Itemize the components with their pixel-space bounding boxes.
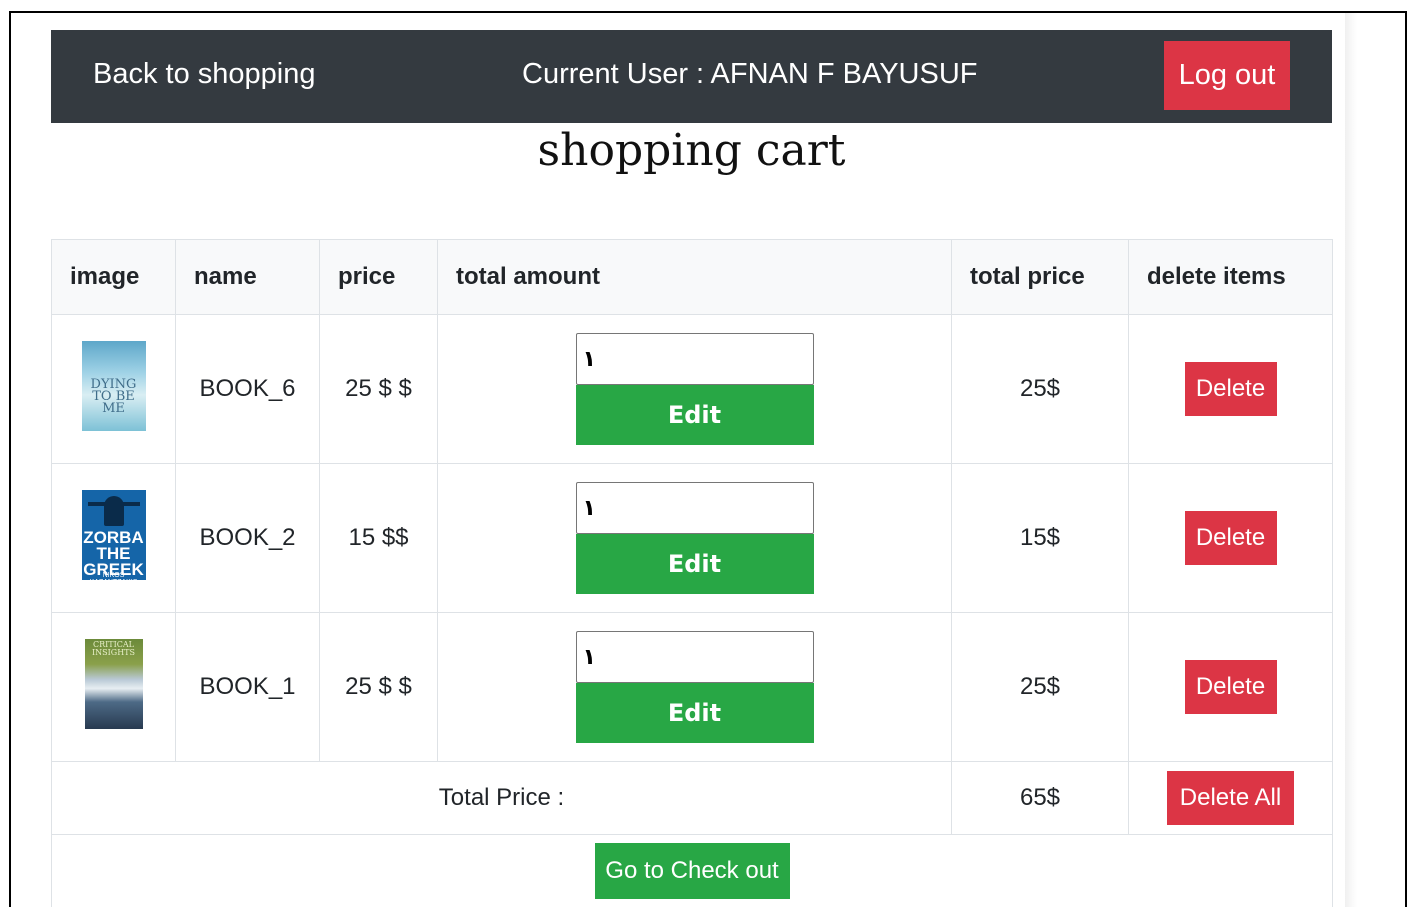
- name-cell: BOOK_6: [175, 314, 320, 464]
- total-price-cell: 25$: [951, 612, 1129, 762]
- total-price-cell: 25$: [951, 314, 1129, 464]
- current-user-label: Current User : AFNAN F BAYUSUF: [522, 58, 978, 90]
- total-price-label: Total Price :: [51, 761, 952, 835]
- navbar: Back to shopping Current User : AFNAN F …: [51, 30, 1332, 123]
- column-header-price: price: [319, 239, 438, 315]
- column-header-name: name: [175, 239, 320, 315]
- amount-cell: Edit: [437, 463, 952, 613]
- amount-cell: Edit: [437, 612, 952, 762]
- checkout-button[interactable]: Go to Check out: [594, 843, 790, 899]
- cover-title: ZORBA THE GREEK: [83, 527, 144, 579]
- delete-button[interactable]: Delete: [1184, 660, 1277, 714]
- cover-figure: [103, 495, 124, 526]
- delete-button[interactable]: Delete: [1184, 511, 1277, 565]
- back-to-shopping-link[interactable]: Back to shopping: [93, 58, 315, 91]
- edit-button[interactable]: Edit: [575, 683, 814, 743]
- image-cell: ZORBA THE GREEK NIKOS KAZANTZAKIS: [51, 463, 176, 613]
- logout-button[interactable]: Log out: [1164, 41, 1290, 110]
- table-row: DYING TO BE ME BOOK_6 25 $ $ Edit 25$ De…: [51, 314, 1333, 464]
- column-header-total-amount: total amount: [437, 239, 952, 315]
- delete-all-cell: Delete All: [1128, 761, 1333, 835]
- amount-cell: Edit: [437, 314, 952, 464]
- table-row: CRITICAL INSIGHTS BOOK_1 25 $ $ Edit 25$…: [51, 612, 1333, 762]
- image-cell: CRITICAL INSIGHTS: [51, 612, 176, 762]
- page-title: shopping cart: [537, 125, 846, 176]
- price-cell: 25 $ $: [319, 612, 438, 762]
- column-header-total-price: total price: [951, 239, 1129, 315]
- delete-cell: Delete: [1128, 612, 1333, 762]
- edit-button[interactable]: Edit: [575, 385, 814, 445]
- delete-cell: Delete: [1128, 314, 1333, 464]
- name-cell: BOOK_2: [175, 463, 320, 613]
- delete-all-button[interactable]: Delete All: [1167, 771, 1294, 825]
- book-cover-image: CRITICAL INSIGHTS: [84, 638, 143, 729]
- cover-author: NIKOS KAZANTZAKIS: [90, 571, 138, 580]
- price-cell: 25 $ $: [319, 314, 438, 464]
- page-shadow: [1345, 13, 1357, 907]
- quantity-input[interactable]: [575, 482, 814, 534]
- name-cell: BOOK_1: [175, 612, 320, 762]
- delete-button[interactable]: Delete: [1184, 362, 1277, 416]
- quantity-input[interactable]: [575, 333, 814, 385]
- image-cell: DYING TO BE ME: [51, 314, 176, 464]
- book-cover-image: DYING TO BE ME: [81, 340, 146, 431]
- total-price-cell: 15$: [951, 463, 1129, 613]
- edit-button[interactable]: Edit: [575, 534, 814, 594]
- checkout-row: Go to Check out: [51, 834, 1333, 907]
- price-cell: 15 $$: [319, 463, 438, 613]
- cart-table: image name price total amount total pric…: [51, 239, 1333, 907]
- grand-total-value: 65$: [951, 761, 1129, 835]
- book-cover-image: ZORBA THE GREEK NIKOS KAZANTZAKIS: [81, 489, 146, 580]
- quantity-input[interactable]: [575, 631, 814, 683]
- total-row: Total Price : 65$ Delete All: [51, 761, 1333, 835]
- checkout-cell: Go to Check out: [51, 834, 1333, 907]
- table-row: ZORBA THE GREEK NIKOS KAZANTZAKIS BOOK_2…: [51, 463, 1333, 613]
- column-header-image: image: [51, 239, 176, 315]
- cover-title: DYING TO BE ME: [90, 376, 137, 416]
- table-header-row: image name price total amount total pric…: [51, 239, 1333, 315]
- column-header-delete-items: delete items: [1128, 239, 1333, 315]
- cover-title: CRITICAL INSIGHTS: [92, 639, 135, 657]
- browser-frame: Back to shopping Current User : AFNAN F …: [9, 11, 1407, 907]
- delete-cell: Delete: [1128, 463, 1333, 613]
